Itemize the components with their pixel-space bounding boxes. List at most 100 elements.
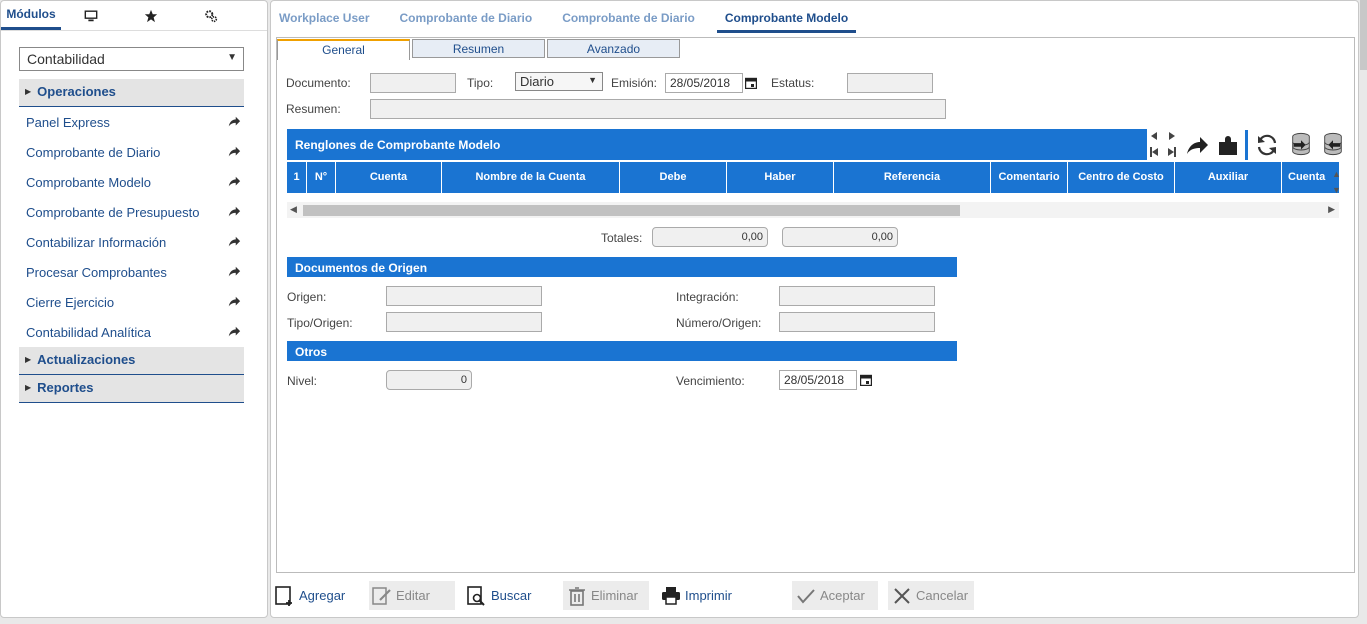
total-debe: 0,00 xyxy=(652,227,768,247)
col-nombre-cuenta[interactable]: Nombre de la Cuenta xyxy=(442,162,620,193)
database-export-icon[interactable] xyxy=(1289,132,1313,156)
menu-item-panel-express[interactable]: Panel Express xyxy=(26,111,241,133)
menu-item-contabilizar[interactable]: Contabilizar Información xyxy=(26,231,241,253)
col-cuenta-2[interactable]: Cuenta xyxy=(1282,162,1337,193)
share-arrow-icon[interactable] xyxy=(1185,134,1209,158)
numero-origen-input[interactable] xyxy=(779,312,935,332)
section-operaciones[interactable]: ▶ Operaciones xyxy=(19,79,244,107)
check-icon xyxy=(797,588,815,604)
totales-label: Totales: xyxy=(601,231,643,245)
grid-header: 1 N° Cuenta Nombre de la Cuenta Debe Hab… xyxy=(287,162,1339,193)
otros-title: Otros xyxy=(287,341,957,361)
tipo-select[interactable]: Diario ▼ xyxy=(515,72,603,91)
calendar-icon[interactable] xyxy=(860,374,872,386)
tab-workplace-user[interactable]: Workplace User xyxy=(271,1,378,33)
menu-item-analitica[interactable]: Contabilidad Analítica xyxy=(26,321,241,343)
tab-modulos[interactable]: Módulos xyxy=(1,1,61,30)
tab-comprobante-diario-1[interactable]: Comprobante de Diario xyxy=(392,1,541,33)
expand-triangle-icon: ▶ xyxy=(25,355,32,364)
cancelar-button[interactable]: Cancelar xyxy=(888,581,974,610)
origen-input[interactable] xyxy=(386,286,542,306)
expand-triangle-icon: ▶ xyxy=(25,383,32,392)
star-icon xyxy=(144,9,158,22)
col-centro-costo[interactable]: Centro de Costo xyxy=(1068,162,1175,193)
col-cuenta[interactable]: Cuenta xyxy=(336,162,442,193)
page-scrollbar[interactable] xyxy=(1360,0,1367,70)
menu-item-procesar[interactable]: Procesar Comprobantes xyxy=(26,261,241,283)
navigation-arrows-icon[interactable] xyxy=(1149,130,1177,160)
grid-horizontal-scrollbar[interactable]: ◀ ▶ xyxy=(287,202,1339,218)
search-document-icon xyxy=(467,585,485,606)
col-referencia[interactable]: Referencia xyxy=(834,162,991,193)
renglones-title: Renglones de Comprobante Modelo xyxy=(287,129,1147,160)
col-auxiliar[interactable]: Auxiliar xyxy=(1175,162,1282,193)
scroll-right-icon[interactable]: ▶ xyxy=(1328,204,1335,215)
share-arrow-icon xyxy=(228,326,241,337)
vencimiento-date-input[interactable]: 28/05/2018 xyxy=(779,370,857,390)
menu-item-comprobante-presupuesto[interactable]: Comprobante de Presupuesto xyxy=(26,201,241,223)
col-haber[interactable]: Haber xyxy=(727,162,834,193)
dropdown-arrow-icon: ▼ xyxy=(588,75,597,85)
share-arrow-icon xyxy=(228,296,241,307)
documento-input[interactable] xyxy=(370,73,456,93)
col-numero[interactable]: N° xyxy=(307,162,336,193)
puzzle-icon[interactable] xyxy=(1216,133,1240,157)
resumen-input[interactable] xyxy=(370,99,946,119)
subtab-resumen[interactable]: Resumen xyxy=(412,39,545,58)
documentos-origen-title: Documentos de Origen xyxy=(287,257,957,277)
database-import-icon[interactable] xyxy=(1321,132,1345,156)
imprimir-button[interactable]: Imprimir xyxy=(661,581,751,610)
close-icon xyxy=(894,587,910,604)
action-bar: Agregar Editar Buscar Eliminar Imprimir … xyxy=(271,581,1360,611)
agregar-button[interactable]: Agregar xyxy=(275,581,361,610)
subtab-general[interactable]: General xyxy=(277,39,410,60)
menu-item-cierre[interactable]: Cierre Ejercicio xyxy=(26,291,241,313)
tab-comprobante-diario-2[interactable]: Comprobante de Diario xyxy=(554,1,703,33)
estatus-label: Estatus: xyxy=(771,76,815,90)
share-arrow-icon xyxy=(228,146,241,157)
print-icon xyxy=(662,586,680,605)
menu-item-comprobante-modelo[interactable]: Comprobante Modelo xyxy=(26,171,241,193)
document-tabs: Workplace User Comprobante de Diario Com… xyxy=(271,1,870,33)
section-actualizaciones[interactable]: ▶ Actualizaciones xyxy=(19,347,244,375)
tab-comprobante-modelo[interactable]: Comprobante Modelo xyxy=(716,1,857,33)
col-comentario[interactable]: Comentario xyxy=(991,162,1068,193)
settings-icon xyxy=(205,9,218,22)
menu-item-comprobante-diario[interactable]: Comprobante de Diario xyxy=(26,141,241,163)
tipo-origen-input[interactable] xyxy=(386,312,542,332)
module-select[interactable]: Contabilidad ▼ xyxy=(19,47,244,71)
share-arrow-icon xyxy=(228,236,241,247)
buscar-button[interactable]: Buscar xyxy=(467,581,553,610)
scroll-down-icon[interactable]: ▼ xyxy=(1332,185,1341,195)
expand-triangle-icon: ▶ xyxy=(25,87,32,96)
aceptar-button[interactable]: Aceptar xyxy=(792,581,878,610)
modules-panel: Módulos Contabilidad ▼ ▶ Operaciones Pane… xyxy=(0,0,268,618)
tab-monitor[interactable] xyxy=(61,1,121,30)
scroll-left-icon[interactable]: ◀ xyxy=(290,204,297,215)
section-reportes[interactable]: ▶ Reportes xyxy=(19,375,244,403)
form-content: General Resumen Avanzado Documento: Tipo… xyxy=(276,37,1355,573)
resumen-label: Resumen: xyxy=(286,102,341,116)
tipo-label: Tipo: xyxy=(467,76,494,90)
form-subtabs: General Resumen Avanzado xyxy=(277,39,682,60)
editar-button[interactable]: Editar xyxy=(369,581,455,610)
scroll-up-icon[interactable]: ▲ xyxy=(1332,169,1341,179)
calendar-icon[interactable] xyxy=(745,77,757,89)
tab-settings[interactable] xyxy=(181,1,241,30)
col-debe[interactable]: Debe xyxy=(620,162,727,193)
estatus-input[interactable] xyxy=(847,73,933,93)
eliminar-button[interactable]: Eliminar xyxy=(563,581,649,610)
nivel-input[interactable]: 0 xyxy=(386,370,472,390)
col-1[interactable]: 1 xyxy=(287,162,307,193)
integracion-input[interactable] xyxy=(779,286,935,306)
documento-label: Documento: xyxy=(286,76,351,90)
monitor-icon xyxy=(84,9,98,21)
tab-favorites[interactable] xyxy=(121,1,181,30)
emision-date-input[interactable]: 28/05/2018 xyxy=(665,73,743,93)
tipo-origen-label: Tipo/Origen: xyxy=(287,316,353,330)
scrollbar-thumb[interactable] xyxy=(303,205,960,216)
subtab-avanzado[interactable]: Avanzado xyxy=(547,39,680,58)
refresh-icon[interactable] xyxy=(1255,133,1279,157)
vencimiento-label: Vencimiento: xyxy=(676,374,745,388)
share-arrow-icon xyxy=(228,206,241,217)
